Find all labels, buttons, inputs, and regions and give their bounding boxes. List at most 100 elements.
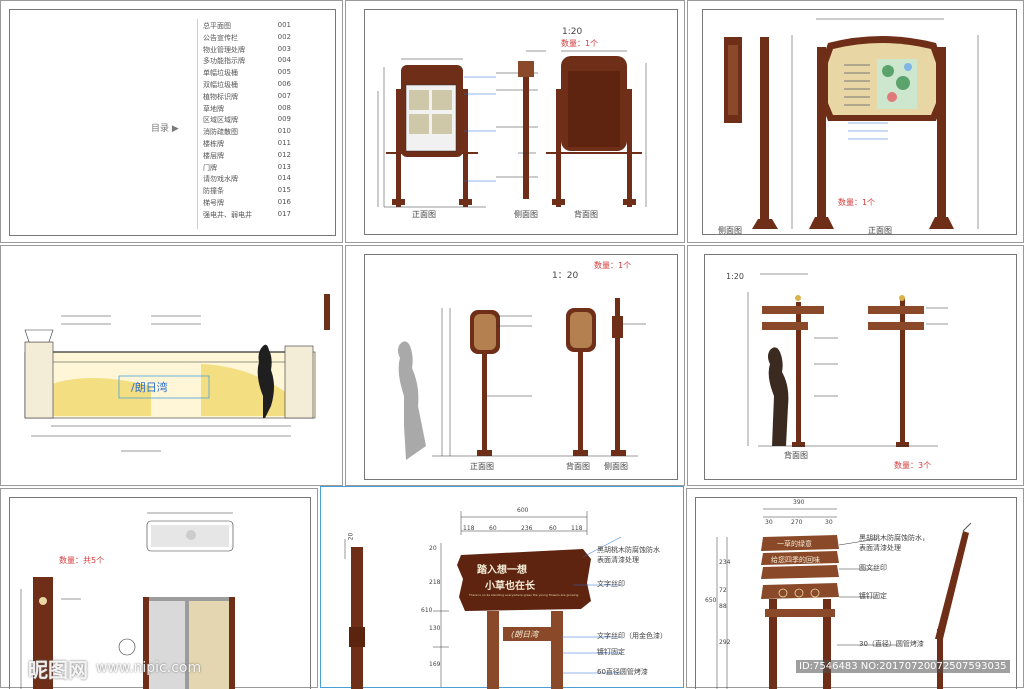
svg-text:/朗日湾: /朗日湾 <box>131 380 168 394</box>
toc-item-name: 区域区域牌 <box>203 116 238 125</box>
lawn-note-5: 镀钉固定 <box>597 648 625 656</box>
direction-sign-drawing <box>398 298 646 460</box>
watermark-id: ID:7546483 NO:20170720072507593035 <box>796 660 1010 673</box>
lawn-note-6: 60直径圆管烤漆 <box>597 668 648 676</box>
toc-item-number: 008 <box>277 103 291 112</box>
bulletin-board-drawing <box>377 50 647 208</box>
toc-item-number: 013 <box>277 162 291 171</box>
lawn-sign-line2: 小草也在长 <box>485 581 535 592</box>
toc-heading: 目录 ▶ <box>151 124 179 134</box>
lawn-note-3: 文字丝印 <box>597 580 625 588</box>
toc-item-name: 物业管理处牌 <box>203 45 245 54</box>
toc-item-name: 总平面图 <box>203 22 231 30</box>
green-sign-line1: 一草的绿意 <box>777 540 812 548</box>
green-note-3: 图文丝印 <box>859 564 887 572</box>
toc-item-number: 014 <box>277 174 291 183</box>
green-dim-seg3: 30 <box>825 519 833 526</box>
toc-item: 梯号牌 016 <box>203 198 291 208</box>
green-vdim-4: 88 <box>719 603 727 610</box>
toc-item: 请勿戏水牌 014 <box>203 174 291 184</box>
toc-item-name: 草地牌 <box>203 104 224 113</box>
toc-item-number: 017 <box>277 209 291 218</box>
toc-item-number: 012 <box>277 150 291 159</box>
toc-item-number: 015 <box>277 186 291 195</box>
view-label-side: 侧面图 <box>514 210 538 219</box>
sheet-site-elevation: /朗日湾 <box>0 245 343 486</box>
view-label-back: 背面图 <box>574 210 598 219</box>
toc-divider <box>197 19 198 229</box>
lawn-left-dim: 20 <box>347 532 355 541</box>
lawn-note-2: 表面清漆处理 <box>597 556 639 564</box>
view-label-back: 背面图 <box>566 462 590 471</box>
view-label-front: 正面图 <box>412 210 436 219</box>
sheet-toc: 目录 ▶ 总平面图 001 公告宣传栏 002 物业管理处牌 003 多功能指示牌 004 单幅… <box>0 0 343 243</box>
toc-item: 物业管理处牌 003 <box>203 45 291 55</box>
toc-item-name: 请勿戏水牌 <box>203 175 238 184</box>
toc-item-number: 007 <box>277 91 291 100</box>
toc-item-name: 梯号牌 <box>203 199 224 207</box>
lawn-vdim-1: 20 <box>429 545 437 552</box>
signpost-drawing <box>747 273 948 447</box>
sheet-office-sign: 侧面图 正面图 数量：1个 <box>687 0 1024 243</box>
toc-item-name: 防撞条 <box>203 187 224 196</box>
toc-item: 单幅垃圾桶 005 <box>203 68 291 78</box>
toc-item-name: 公告宣传栏 <box>203 33 238 42</box>
green-note-1: 黑胡桃木防腐蚀防水， <box>859 534 929 542</box>
toc-item-name: 楼层牌 <box>203 151 224 160</box>
toc-item-number: 005 <box>277 68 291 77</box>
toc-item: 楼层牌 012 <box>203 151 291 161</box>
toc-item-number: 006 <box>277 80 291 88</box>
green-dim-seg1: 30 <box>765 519 773 526</box>
lawn-vdim-3: 610 <box>421 607 433 614</box>
green-note-2: 表面清漆处理 <box>859 544 901 552</box>
toc-item-number: 001 <box>277 21 291 29</box>
lawn-note-4: 文字丝印（用金色漆） <box>597 632 667 640</box>
green-dim-seg2: 270 <box>791 519 803 526</box>
lawn-sign-logo: (朗日湾 <box>511 630 539 639</box>
sheet-direction-sign: 1：20 数量：1个 正面图 背面图 侧面图 <box>345 245 685 486</box>
toc-item-name: 强电井、弱电井 <box>203 210 252 219</box>
toc-item-name: 植物标识牌 <box>203 92 238 101</box>
lawn-dim-seg4: 60 <box>549 525 557 532</box>
green-vdim-2: 234 <box>719 559 731 566</box>
green-sign-line2: 给您四季的回味 <box>771 556 820 564</box>
view-label-front: 正面图 <box>868 226 892 235</box>
toc-item: 草地牌 008 <box>203 104 291 114</box>
green-note-5: 30（直径）圆管烤漆 <box>859 640 924 648</box>
lawn-vdim-4: 130 <box>429 625 441 632</box>
toc-item-name: 单幅垃圾桶 <box>203 69 238 78</box>
toc-item: 防撞条 015 <box>203 186 291 196</box>
lawn-sign-small: There is no lie standing everywhere gras… <box>469 593 579 597</box>
toc-item: 公告宣传栏 002 <box>203 33 291 43</box>
lawn-dim-seg2: 60 <box>489 525 497 532</box>
toc-item-number: 004 <box>277 56 291 65</box>
lawn-dim-seg1: 118 <box>463 525 475 532</box>
toc-item: 多功能指示牌 004 <box>203 56 291 66</box>
toc-item-number: 016 <box>277 198 291 206</box>
toc-item: 楼栋牌 011 <box>203 139 291 149</box>
toc-item: 植物标识牌 007 <box>203 92 291 102</box>
toc-item: 门牌 013 <box>203 163 291 173</box>
toc-item: 区域区域牌 009 <box>203 115 291 125</box>
lawn-dim-seg3: 236 <box>521 525 533 532</box>
view-label-side: 侧面图 <box>604 462 628 471</box>
green-note-4: 镀钉固定 <box>859 592 887 600</box>
toc-item-name: 楼栋牌 <box>203 140 224 148</box>
toc-item-name: 双幅垃圾桶 <box>203 81 238 89</box>
toc-item-number: 009 <box>277 115 291 124</box>
toc-item: 双幅垃圾桶 006 <box>203 80 291 90</box>
sheet-signpost: 1:20 数量：3个 背面图 <box>687 245 1024 486</box>
lawn-vdim-2: 218 <box>429 579 441 586</box>
quantity-label: 数量：1个 <box>838 198 876 207</box>
sheet-greenery-sign: 390 30 270 30 650 234 72 88 292 一草的绿意 给您… <box>686 488 1024 689</box>
green-vdim-3: 72 <box>719 587 727 594</box>
toc-item: 消防疏散图 010 <box>203 127 291 137</box>
view-label-front: 正面图 <box>470 462 494 471</box>
toc-item-number: 003 <box>277 44 291 53</box>
watermark-logo: 昵图网 <box>28 658 88 682</box>
lawn-dim-seg5: 118 <box>571 525 583 532</box>
toc-item-name: 消防疏散图 <box>203 128 238 137</box>
view-label-side: 侧面图 <box>718 226 742 235</box>
lawn-sign-line1: 踏入想一想 <box>477 565 527 576</box>
toc-item-number: 002 <box>277 32 291 41</box>
